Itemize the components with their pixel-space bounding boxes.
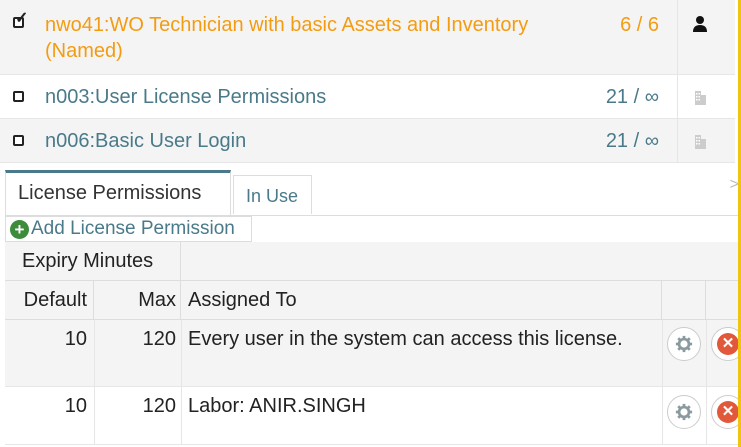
delete-column-header [706, 281, 741, 319]
expiry-minutes-header: Expiry Minutes [5, 242, 181, 280]
tab-license-permissions[interactable]: License Permissions [5, 170, 231, 215]
license-count: 21 / ∞ [605, 86, 659, 108]
settings-button[interactable] [667, 395, 701, 429]
plus-circle-icon: + [10, 219, 29, 239]
add-license-permission-button[interactable]: + Add License Permission [5, 216, 252, 242]
settings-button[interactable] [667, 327, 701, 361]
license-name[interactable]: nwo41:WO Technician with basic Assets an… [45, 12, 565, 64]
checked-checkbox[interactable]: ✓ [12, 11, 28, 30]
grid-group-header: Expiry Minutes [5, 242, 741, 281]
license-row[interactable]: ✓ nwo41:WO Technician with basic Assets … [0, 0, 735, 75]
default-column-header[interactable]: Default [5, 281, 94, 319]
table-row[interactable]: 10 120 Every user in the system can acce… [5, 320, 741, 387]
tab-in-use[interactable]: In Use [233, 175, 312, 214]
add-license-permission-label: Add License Permission [31, 218, 235, 239]
building-icon [690, 131, 710, 151]
unchecked-checkbox[interactable] [12, 88, 28, 104]
edit-column-header [662, 281, 706, 319]
assigned-to: Labor: ANIR.SINGH [188, 395, 366, 417]
table-row[interactable]: 10 120 Labor: ANIR.SINGH ✕ [5, 387, 741, 445]
default-minutes: 10 [64, 395, 87, 417]
license-row[interactable]: n006:Basic User Login 21 / ∞ [0, 119, 735, 163]
license-list: ✓ nwo41:WO Technician with basic Assets … [0, 0, 735, 163]
license-name[interactable]: n006:Basic User Login [45, 128, 565, 154]
close-icon: ✕ [717, 333, 739, 355]
license-name[interactable]: n003:User License Permissions [45, 84, 565, 110]
license-row[interactable]: n003:User License Permissions 21 / ∞ [0, 75, 735, 119]
max-minutes: 120 [142, 328, 176, 350]
max-minutes: 120 [142, 395, 176, 417]
unchecked-checkbox[interactable] [12, 132, 28, 148]
delete-button[interactable]: ✕ [711, 395, 741, 429]
person-icon [690, 14, 710, 34]
tab-bar: License Permissions In Use [5, 170, 741, 216]
building-icon [690, 87, 710, 107]
max-column-header[interactable]: Max [94, 281, 181, 319]
delete-button[interactable]: ✕ [711, 327, 741, 361]
permissions-grid: Expiry Minutes Default Max Assigned To 1… [5, 242, 741, 445]
close-icon: ✕ [717, 401, 739, 423]
default-minutes: 10 [64, 328, 87, 350]
license-count: 6 / 6 [620, 14, 659, 36]
assigned-to-column-header[interactable]: Assigned To [181, 281, 662, 319]
license-count: 21 / ∞ [605, 130, 659, 152]
assigned-to: Every user in the system can access this… [188, 328, 623, 350]
gear-icon [675, 403, 693, 421]
grid-column-header: Default Max Assigned To [5, 281, 741, 320]
gear-icon [675, 335, 693, 353]
